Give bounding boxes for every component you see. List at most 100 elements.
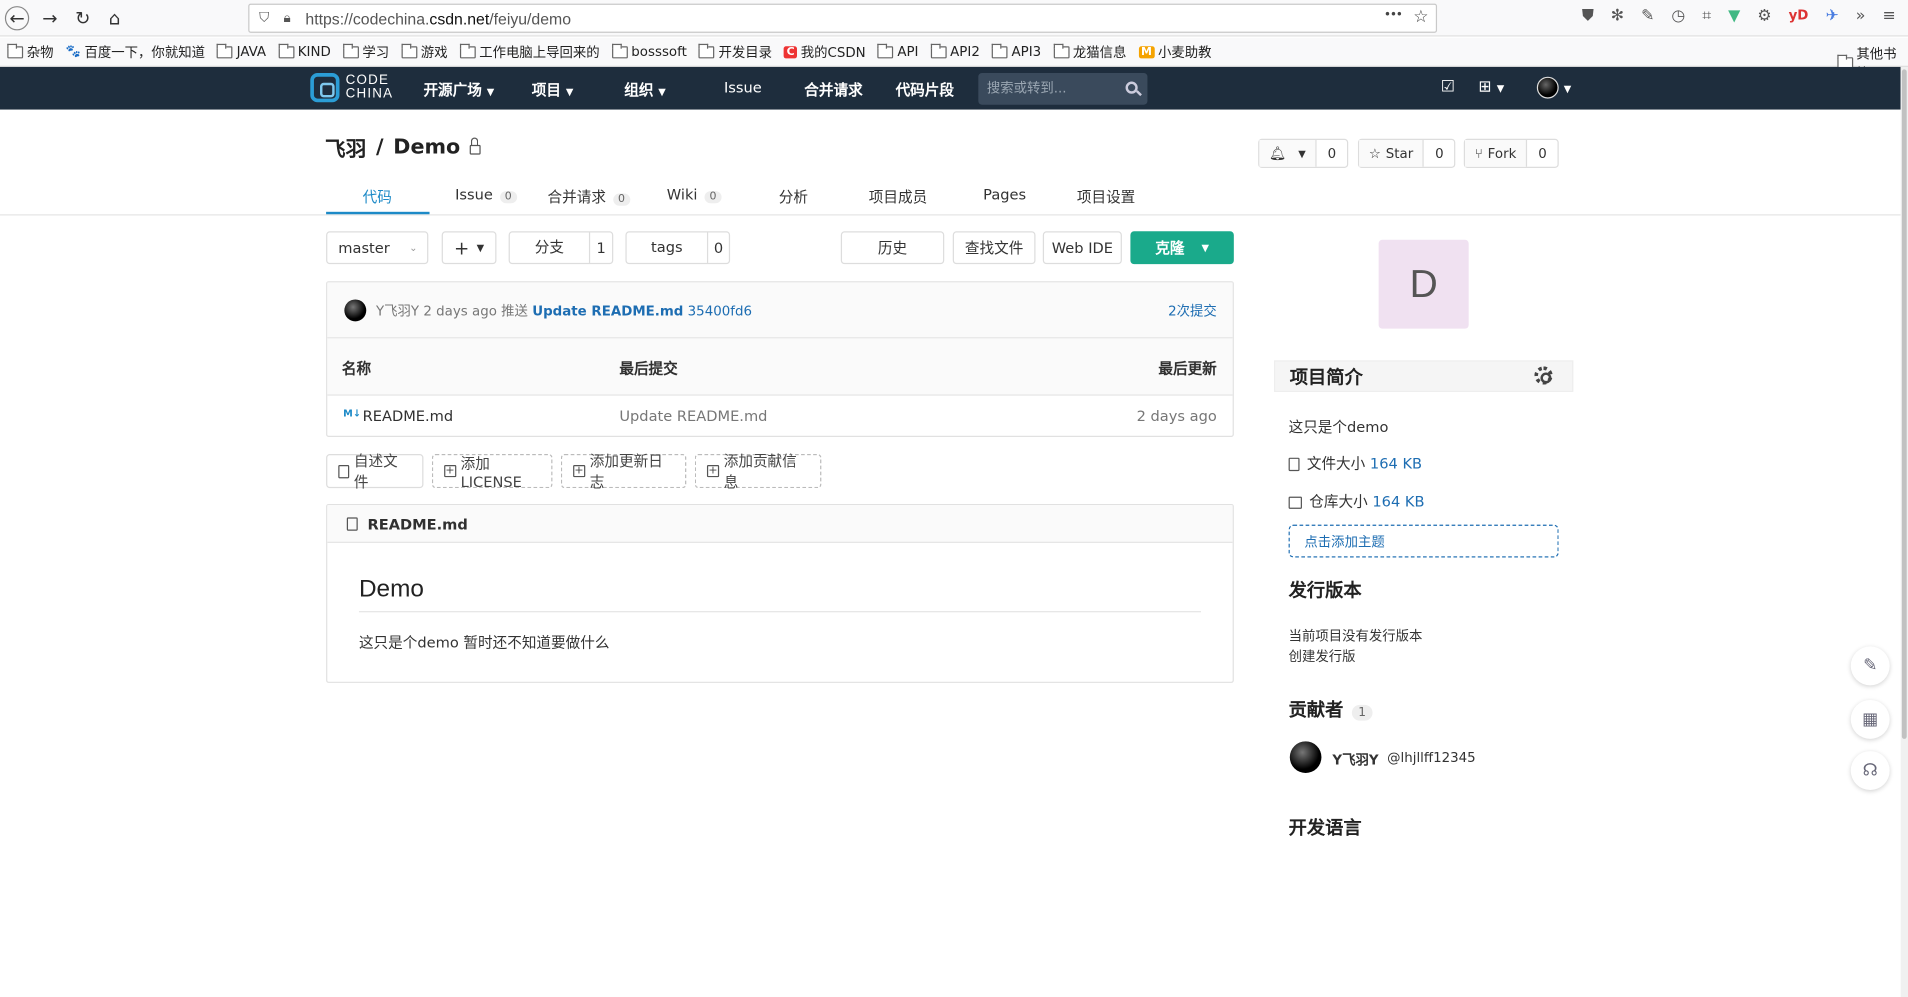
add-button[interactable]: + ▼ xyxy=(441,231,497,265)
clock-icon[interactable]: ◷ xyxy=(1671,7,1685,25)
clone-button[interactable]: 克隆 ▼ xyxy=(1130,231,1234,265)
address-bar[interactable]: ⛉ 🔒︎ https://codechina.csdn.net/feiyu/de… xyxy=(248,3,1438,33)
chevron-down-icon: ▼ xyxy=(1201,242,1209,254)
edit-icon[interactable]: ✎ xyxy=(1850,646,1890,686)
readme-filename[interactable]: README.md xyxy=(367,516,467,533)
folder-icon xyxy=(342,43,359,58)
commit-count-link[interactable]: 2次提交 xyxy=(1168,301,1217,320)
tab-pages[interactable]: Pages xyxy=(983,186,1026,203)
bookmark-item[interactable]: 游戏 xyxy=(401,42,448,61)
wrench-icon[interactable]: ✎ xyxy=(1641,7,1654,25)
youdao-icon[interactable]: yD xyxy=(1789,7,1809,25)
pocket-icon[interactable]: ⛊ xyxy=(1582,7,1594,25)
commit-author[interactable]: Y飞羽Y xyxy=(376,303,419,319)
nav-projects[interactable]: 项目 ▼ xyxy=(532,79,574,100)
chevron-down-icon: ▼ xyxy=(1563,83,1572,95)
vue-icon[interactable]: ▼ xyxy=(1728,7,1740,25)
tags-button[interactable]: tags 0 xyxy=(625,231,731,265)
crop-icon[interactable]: ⌗ xyxy=(1702,7,1711,25)
tab-members[interactable]: 项目成员 xyxy=(869,186,927,207)
bookmarks-bar: 杂物 🐾 百度一下，你就知道 JAVA KIND 学习 游戏 工作电脑上导回来的 bosssof… xyxy=(0,37,1908,67)
bookmark-item[interactable]: JAVA xyxy=(217,43,266,60)
commit-message[interactable]: Update README.md xyxy=(532,303,683,319)
translate-icon[interactable]: ✈ xyxy=(1825,7,1838,25)
find-file-button[interactable]: 查找文件 xyxy=(952,231,1036,265)
more-icon[interactable]: ••• xyxy=(1384,9,1403,22)
branch-select[interactable]: master ⌄ xyxy=(326,231,429,265)
file-name[interactable]: README.md xyxy=(363,408,454,425)
tab-settings[interactable]: 项目设置 xyxy=(1077,186,1135,207)
bookmark-item[interactable]: 杂物 xyxy=(7,42,54,61)
add-license-button[interactable]: + 添加LICENSE xyxy=(431,454,553,490)
contributors-count: 1 xyxy=(1352,704,1373,721)
add-changelog-button[interactable]: + 添加更新日志 xyxy=(560,453,687,491)
forward-icon[interactable]: → xyxy=(38,6,62,30)
table-row[interactable]: M↓ README.md Update README.md 2 days ago xyxy=(327,396,1232,437)
settings-icon[interactable]: ✻ xyxy=(1611,7,1624,25)
tab-merge-requests[interactable]: 合并请求 0 xyxy=(548,186,630,207)
menu-icon[interactable]: ≡ xyxy=(1883,7,1896,25)
bookmark-item[interactable]: API xyxy=(877,43,919,60)
bookmark-item[interactable]: M 小麦助教 xyxy=(1138,42,1211,61)
todo-icon[interactable]: ☑ xyxy=(1441,78,1455,96)
qrcode-icon[interactable]: ▦ xyxy=(1850,699,1890,739)
create-release-link[interactable]: 创建发行版 xyxy=(1289,646,1356,665)
search-input[interactable] xyxy=(986,80,1121,97)
search-icon[interactable] xyxy=(1125,81,1138,94)
add-contributing-button[interactable]: + 添加贡献信息 xyxy=(694,453,822,491)
tab-analytics[interactable]: 分析 xyxy=(779,186,808,207)
codechina-logo[interactable]: CODE CHINA xyxy=(310,73,393,103)
star-button[interactable]: ☆ Star 0 xyxy=(1357,138,1456,168)
bookmark-item[interactable]: KIND xyxy=(278,43,331,60)
file-commit[interactable]: Update README.md xyxy=(619,408,767,425)
nav-open-source[interactable]: 开源广场 ▼ xyxy=(423,79,494,100)
fork-button[interactable]: ⑂ Fork 0 xyxy=(1463,138,1559,168)
bookmark-item[interactable]: 龙猫信息 xyxy=(1053,42,1126,61)
tab-issue[interactable]: Issue 0 xyxy=(455,186,517,204)
reload-icon[interactable]: ↻ xyxy=(71,6,95,30)
tab-code[interactable]: 代码 xyxy=(363,186,392,207)
nav-issue[interactable]: Issue xyxy=(724,79,762,96)
web-ide-button[interactable]: Web IDE xyxy=(1042,231,1122,265)
bookmark-item[interactable]: 开发目录 xyxy=(699,42,772,61)
create-new-button[interactable]: ⊞ ▼ xyxy=(1478,78,1504,96)
avatar[interactable] xyxy=(344,299,367,322)
nav-merge-requests[interactable]: 合并请求 xyxy=(804,79,862,100)
star-bookmark-icon[interactable]: ☆ xyxy=(1413,7,1428,26)
bookmark-item[interactable]: bosssoft xyxy=(611,43,687,60)
bookmark-item[interactable]: API3 xyxy=(992,43,1041,60)
nav-groups[interactable]: 组织 ▼ xyxy=(624,79,666,100)
gear-icon[interactable] xyxy=(1534,366,1553,385)
scrollbar-thumb[interactable] xyxy=(1901,69,1907,739)
no-release-text: 当前项目没有发行版本 xyxy=(1288,628,1423,644)
overflow-icon[interactable]: » xyxy=(1856,7,1866,25)
bookmark-item[interactable]: 🐾 百度一下，你就知道 xyxy=(66,42,205,61)
add-topic-button[interactable]: 点击添加主题 xyxy=(1288,524,1559,558)
commit-time: 2 days ago xyxy=(423,303,497,319)
home-icon[interactable]: ⌂ xyxy=(102,6,126,30)
bookmark-item[interactable]: 工作电脑上导回来的 xyxy=(459,42,600,61)
avatar[interactable] xyxy=(1289,741,1322,773)
tab-wiki[interactable]: Wiki 0 xyxy=(667,186,722,204)
project-owner[interactable]: 飞羽 xyxy=(325,131,366,162)
headset-icon[interactable]: ☊ xyxy=(1850,751,1890,791)
back-icon[interactable]: ← xyxy=(4,6,30,31)
bookmark-item[interactable]: C 我的CSDN xyxy=(784,42,866,61)
watch-button[interactable]: 🔔︎ ▼ 0 xyxy=(1258,138,1349,168)
extension-icon[interactable]: ⚙ xyxy=(1757,7,1771,25)
commit-sha[interactable]: 35400fd6 xyxy=(688,303,752,319)
folder-icon xyxy=(278,43,295,58)
avatar xyxy=(1536,76,1559,99)
readme-file-button[interactable]: 自述文件 xyxy=(326,453,424,491)
branches-button[interactable]: 分支 1 xyxy=(508,231,614,265)
nav-snippets[interactable]: 代码片段 xyxy=(896,79,954,100)
baidu-icon: 🐾 xyxy=(65,45,81,59)
folder-icon xyxy=(459,43,476,58)
user-menu[interactable]: ▼ xyxy=(1536,76,1572,99)
bookmark-item[interactable]: 学习 xyxy=(342,42,389,61)
bookmark-item[interactable]: API2 xyxy=(930,43,980,60)
file-size: 文件大小 164 KB xyxy=(1288,453,1422,474)
project-name[interactable]: Demo xyxy=(393,135,460,159)
history-button[interactable]: 历史 xyxy=(840,231,945,265)
contributor-name[interactable]: Y飞羽Y xyxy=(1332,750,1378,769)
